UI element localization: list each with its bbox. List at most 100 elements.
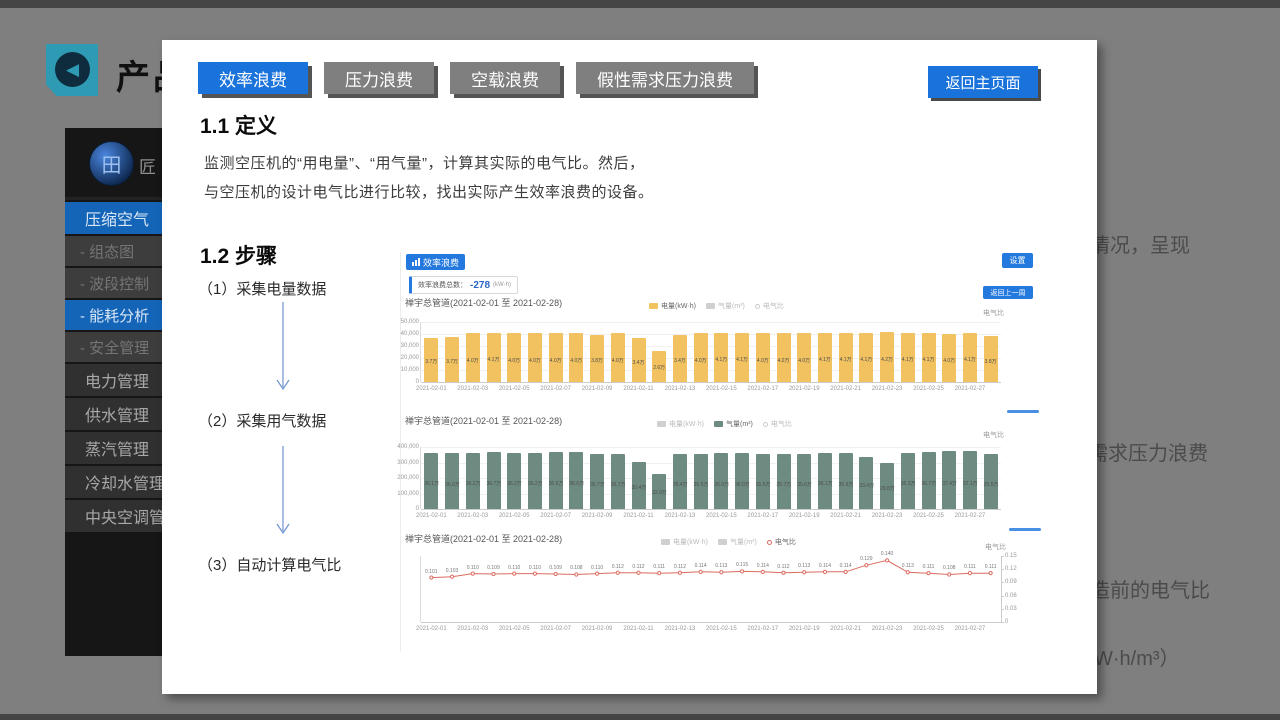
bar: 36.0万 — [445, 453, 459, 509]
back-icon[interactable]: ◀ — [46, 44, 98, 96]
y-tick-label: 300,000 — [395, 460, 419, 466]
value-label: 4.1万 — [901, 356, 915, 363]
charts-area: 禅宇总管道(2021-02-01 至 2021-02-28)电量(kW·h)气量… — [401, 252, 1051, 652]
legend-item[interactable]: 电量(kW·h) — [657, 419, 704, 429]
definition-line-1: 监测空压机的“用电量”、“用气量”，计算其实际的电气比。然后， — [204, 152, 644, 173]
x-tick-label: 2021-02-09 — [575, 386, 619, 392]
value-label: 22.9万 — [652, 489, 666, 496]
bar: 35.7万 — [777, 454, 791, 509]
tab-inactive[interactable]: 假性需求压力浪费 — [576, 62, 754, 94]
value-label: 3.7万 — [424, 358, 438, 365]
x-tick-label: 2021-02-27 — [948, 626, 992, 632]
x-tick-label: 2021-02-23 — [865, 626, 909, 632]
bar: 36.1万 — [424, 453, 438, 509]
legend-swatch — [657, 421, 666, 427]
scroll-indicator[interactable] — [1009, 528, 1041, 531]
value-label: 33.4万 — [859, 482, 873, 489]
slide-background: ◀ 产品 田 匠 压缩空气- 组态图- 波段控制- 能耗分析- 安全管理电力管理… — [0, 8, 1280, 714]
bar: 36.2万 — [507, 453, 521, 509]
bar: 4.1万 — [818, 333, 832, 382]
value-label: 35.9万 — [714, 481, 728, 488]
x-tick-label: 2021-02-27 — [948, 513, 992, 519]
value-label: 4.0万 — [528, 357, 542, 364]
x-tick-label: 2021-02-07 — [534, 513, 578, 519]
bar: 35.5万 — [694, 454, 708, 509]
bar: 4.0万 — [528, 333, 542, 382]
y-tick-label: 50,000 — [395, 319, 419, 325]
legend-item[interactable]: 气量(m³) — [706, 301, 745, 311]
bar: 4.0万 — [797, 333, 811, 382]
value-label: 35.9万 — [839, 481, 853, 488]
bar: 3.8万 — [590, 335, 604, 382]
back-icon-triangle: ◀ — [55, 52, 90, 87]
x-axis-line — [421, 509, 1001, 510]
bar: 2.6万 — [652, 351, 666, 382]
x-tick-label: 2021-02-19 — [782, 513, 826, 519]
right-tick-label: 0.15 — [1005, 553, 1029, 559]
line-series — [421, 540, 1001, 626]
bar: 36.7万 — [487, 452, 501, 509]
legend-label: 电量(kW·h) — [669, 419, 704, 429]
y-tick-label: 0 — [395, 506, 419, 512]
legend-item[interactable]: 电量(kW·h) — [649, 301, 696, 311]
y-tick-label: 100,000 — [395, 491, 419, 497]
return-home-button[interactable]: 返回主页面 — [928, 66, 1038, 98]
bar: 3.4万 — [632, 338, 646, 382]
legend-label: 气量(m³) — [726, 419, 753, 429]
value-label: 36.6万 — [549, 480, 563, 487]
value-label: 4.1万 — [963, 356, 977, 363]
value-label: 36.2万 — [528, 480, 542, 487]
y-tick-label: 40,000 — [395, 331, 419, 337]
scroll-indicator[interactable] — [1007, 410, 1039, 413]
bar: 36.7万 — [922, 452, 936, 509]
y-tick-label: 200,000 — [395, 475, 419, 481]
app-logo-text: 匠 — [139, 153, 156, 178]
legend-item[interactable]: 电气比 — [763, 419, 792, 429]
waste-type-tabs: 效率浪费压力浪费空载浪费假性需求压力浪费 — [198, 62, 754, 94]
value-label: 3.7万 — [445, 358, 459, 365]
legend-item[interactable]: 电气比 — [755, 301, 784, 311]
legend-swatch — [714, 421, 723, 427]
legend-label: 电气比 — [771, 419, 792, 429]
value-label: 36.3万 — [901, 480, 915, 487]
x-tick-label: 2021-02-13 — [658, 513, 702, 519]
bar: 4.0万 — [466, 333, 480, 382]
value-label: 3.4万 — [673, 357, 687, 364]
bar: 4.0万 — [569, 333, 583, 382]
legend-item[interactable]: 气量(m³) — [714, 419, 753, 429]
x-tick-label: 2021-02-15 — [699, 386, 743, 392]
x-tick-label: 2021-02-01 — [409, 626, 453, 632]
bar: 36.0万 — [735, 453, 749, 509]
value-label: 36.7万 — [922, 480, 936, 487]
y-tick-label: 0 — [395, 379, 419, 385]
y-tick-label: 20,000 — [395, 355, 419, 361]
x-tick-label: 2021-02-17 — [741, 386, 785, 392]
value-label: 4.1万 — [714, 356, 728, 363]
bar: 35.6万 — [797, 454, 811, 509]
value-label: 35.7万 — [611, 481, 625, 488]
chart-legend: 电量(kW·h) 气量(m³) 电气比 — [649, 301, 784, 311]
y-tick-label: 400,000 — [395, 444, 419, 450]
value-label: 29.8万 — [880, 485, 894, 492]
value-label: 36.1万 — [818, 480, 832, 487]
bar: 37.4万 — [942, 451, 956, 509]
x-tick-label: 2021-02-17 — [741, 626, 785, 632]
tab-active[interactable]: 效率浪费 — [198, 62, 308, 94]
bar: 4.1万 — [735, 333, 749, 382]
tab-inactive[interactable]: 压力浪费 — [324, 62, 434, 94]
bar: 29.8万 — [880, 463, 894, 509]
bar: 37.1万 — [963, 451, 977, 509]
bar: 36.3万 — [901, 453, 915, 509]
value-label: 35.5万 — [984, 481, 998, 488]
value-label: 2.6万 — [652, 364, 666, 371]
bar: 4.0万 — [756, 333, 770, 382]
bar: 4.1万 — [487, 333, 501, 382]
right-tick-label: 0.09 — [1005, 579, 1029, 585]
value-label: 35.4万 — [673, 481, 687, 488]
x-tick-label: 2021-02-07 — [534, 626, 578, 632]
x-tick-label: 2021-02-05 — [492, 386, 536, 392]
value-label: 4.0万 — [507, 357, 521, 364]
tab-inactive[interactable]: 空载浪费 — [450, 62, 560, 94]
bar: 3.7万 — [445, 337, 459, 382]
bar: 4.0万 — [777, 333, 791, 382]
